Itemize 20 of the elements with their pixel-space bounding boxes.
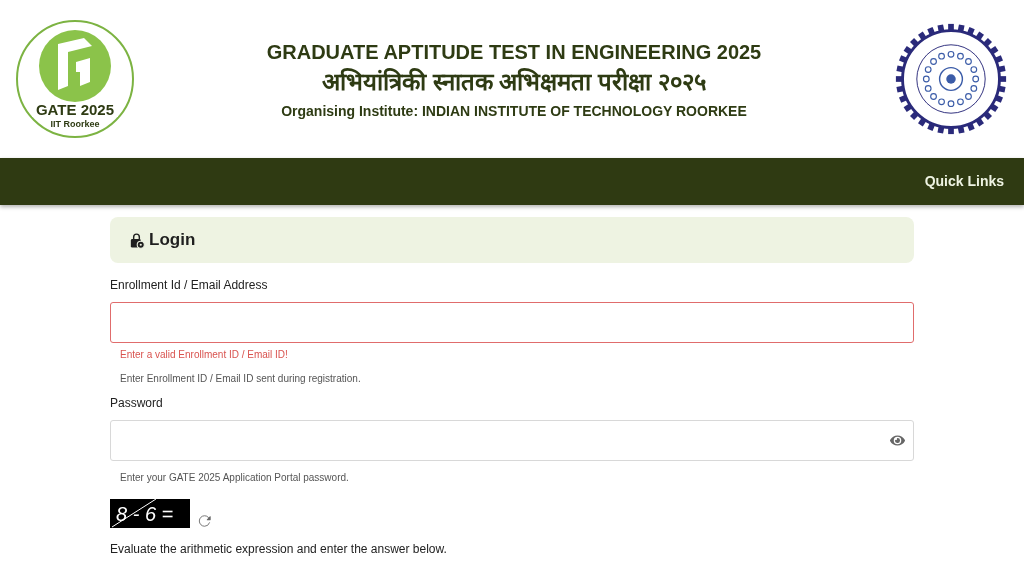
logo-subtitle: IIT Roorkee: [50, 120, 100, 129]
field-label: Enrollment Id / Email Address: [110, 277, 269, 294]
page-title: GRADUATE APTITUDE TEST IN ENGINEERING 2025: [266, 39, 762, 65]
refresh-icon[interactable]: [198, 514, 212, 528]
error-message: Enter a valid Enrollment ID / Email ID!: [120, 348, 289, 362]
help-text: Enter your GATE 2025 Application Portal password.: [120, 471, 350, 485]
nav-link[interactable]: Quick Links: [924, 171, 1004, 192]
page-title-hindi: अभियांत्रिकी स्नातक अभिक्षमता परीक्षा २०२५: [322, 66, 706, 97]
show-password-icon[interactable]: [890, 433, 905, 448]
login-heading: Login: [149, 229, 196, 252]
institute-seal-icon: [894, 22, 1008, 136]
captcha-image: 8 - 6 =: [110, 499, 190, 528]
logo-title: GATE 2025: [31, 102, 119, 117]
organiser-text: Organising Institute: INDIAN INSTITUTE OF TECHNOLOGY ROORKEE: [281, 101, 747, 121]
password-field[interactable]: [110, 420, 914, 461]
help-text: Enter Enrollment ID / Email ID sent during registration.: [120, 372, 362, 386]
field-label: Password: [110, 395, 164, 412]
email-field[interactable]: [110, 302, 914, 343]
lock-icon: [128, 231, 145, 249]
captcha-instruction: Evaluate the arithmetic expression and enter the answer below.: [110, 541, 448, 558]
